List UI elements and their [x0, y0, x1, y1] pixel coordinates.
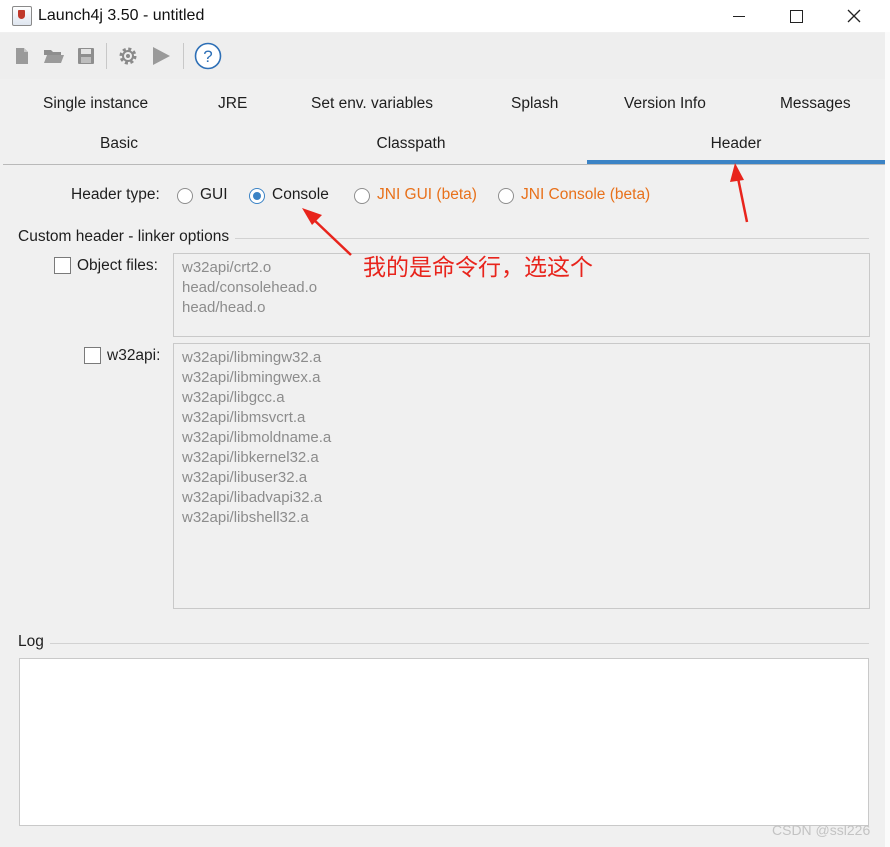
section-separator — [18, 643, 869, 644]
minimize-button[interactable] — [710, 0, 768, 32]
java-app-icon — [12, 6, 32, 26]
maximize-button[interactable] — [767, 0, 825, 32]
active-tab-indicator — [587, 160, 885, 164]
toolbar-separator — [106, 43, 107, 69]
annotation-text: 我的是命令行，选这个 — [363, 255, 593, 281]
watermark: CSDN @ssl226 — [772, 822, 871, 838]
tab-splash[interactable]: Splash — [511, 84, 558, 124]
gear-icon — [119, 47, 137, 65]
help-button[interactable]: ? — [194, 42, 222, 70]
window-edge — [885, 32, 890, 847]
tab-classpath[interactable]: Classpath — [235, 124, 587, 164]
title-bar: Launch4j 3.50 - untitled — [0, 0, 890, 32]
object-files-checkbox[interactable] — [54, 257, 71, 274]
annotation-arrow-header-tab — [736, 177, 749, 223]
open-button[interactable] — [42, 44, 66, 68]
list-item: w32api/libmingwex.a — [182, 369, 321, 386]
tab-basic[interactable]: Basic — [3, 124, 235, 164]
new-file-icon — [16, 48, 28, 64]
list-item: w32api/libmsvcrt.a — [182, 409, 306, 426]
help-icon: ? — [194, 42, 222, 70]
list-item: w32api/libmoldname.a — [182, 429, 332, 446]
open-folder-icon — [44, 50, 64, 63]
window-title: Launch4j 3.50 - untitled — [38, 7, 205, 24]
radio-gui-label[interactable]: GUI — [200, 186, 228, 204]
radio-console[interactable] — [249, 188, 265, 204]
maximize-icon — [789, 9, 803, 23]
tab-single-instance[interactable]: Single instance — [43, 84, 148, 124]
radio-console-label[interactable]: Console — [272, 186, 329, 204]
tab-set-env-variables[interactable]: Set env. variables — [311, 84, 433, 124]
object-files-label: Object files: — [77, 257, 158, 274]
close-icon — [847, 9, 861, 23]
tab-divider — [3, 164, 885, 165]
run-button[interactable] — [149, 44, 173, 68]
toolbar-separator — [183, 43, 184, 69]
list-item: w32api/libgcc.a — [182, 389, 285, 406]
save-disk-icon — [78, 48, 94, 64]
radio-jni-console-label[interactable]: JNI Console (beta) — [521, 186, 650, 204]
log-title: Log — [18, 633, 50, 651]
svg-text:?: ? — [203, 47, 212, 66]
annotation-arrowhead — [302, 208, 322, 225]
list-item: w32api/libmingw32.a — [182, 349, 322, 366]
save-button[interactable] — [74, 44, 98, 68]
tab-row-bottom: Basic Classpath Header — [0, 124, 890, 164]
radio-jni-gui[interactable] — [354, 188, 370, 204]
run-play-icon — [153, 47, 170, 65]
minimize-icon — [733, 15, 745, 17]
tab-row-top: Single instance JRE Set env. variables S… — [0, 84, 890, 124]
list-item: w32api/libkernel32.a — [182, 449, 319, 466]
w32api-checkbox[interactable] — [84, 347, 101, 364]
toolbar: ? — [0, 33, 890, 79]
linker-options-title: Custom header - linker options — [18, 228, 236, 246]
tab-messages[interactable]: Messages — [780, 84, 851, 124]
w32api-list[interactable]: w32api/libmingw32.a w32api/libmingwex.a … — [173, 343, 870, 609]
build-button[interactable] — [116, 44, 140, 68]
close-button[interactable] — [825, 0, 883, 32]
list-item: w32api/libshell32.a — [182, 509, 309, 526]
annotation-arrowhead — [730, 163, 744, 182]
list-item: w32api/libuser32.a — [182, 469, 308, 486]
header-type-label: Header type: — [71, 186, 160, 203]
radio-gui[interactable] — [177, 188, 193, 204]
list-item: head/head.o — [182, 299, 266, 316]
new-file-button[interactable] — [10, 44, 34, 68]
radio-jni-console[interactable] — [498, 188, 514, 204]
w32api-label: w32api: — [107, 347, 161, 364]
log-textarea[interactable] — [19, 658, 869, 826]
tab-version-info[interactable]: Version Info — [624, 84, 706, 124]
list-item: w32api/libadvapi32.a — [182, 489, 323, 506]
annotation-arrow-console — [311, 217, 352, 256]
radio-jni-gui-label[interactable]: JNI GUI (beta) — [377, 186, 477, 204]
tab-jre[interactable]: JRE — [218, 84, 247, 124]
tab-header[interactable]: Header — [587, 124, 885, 164]
